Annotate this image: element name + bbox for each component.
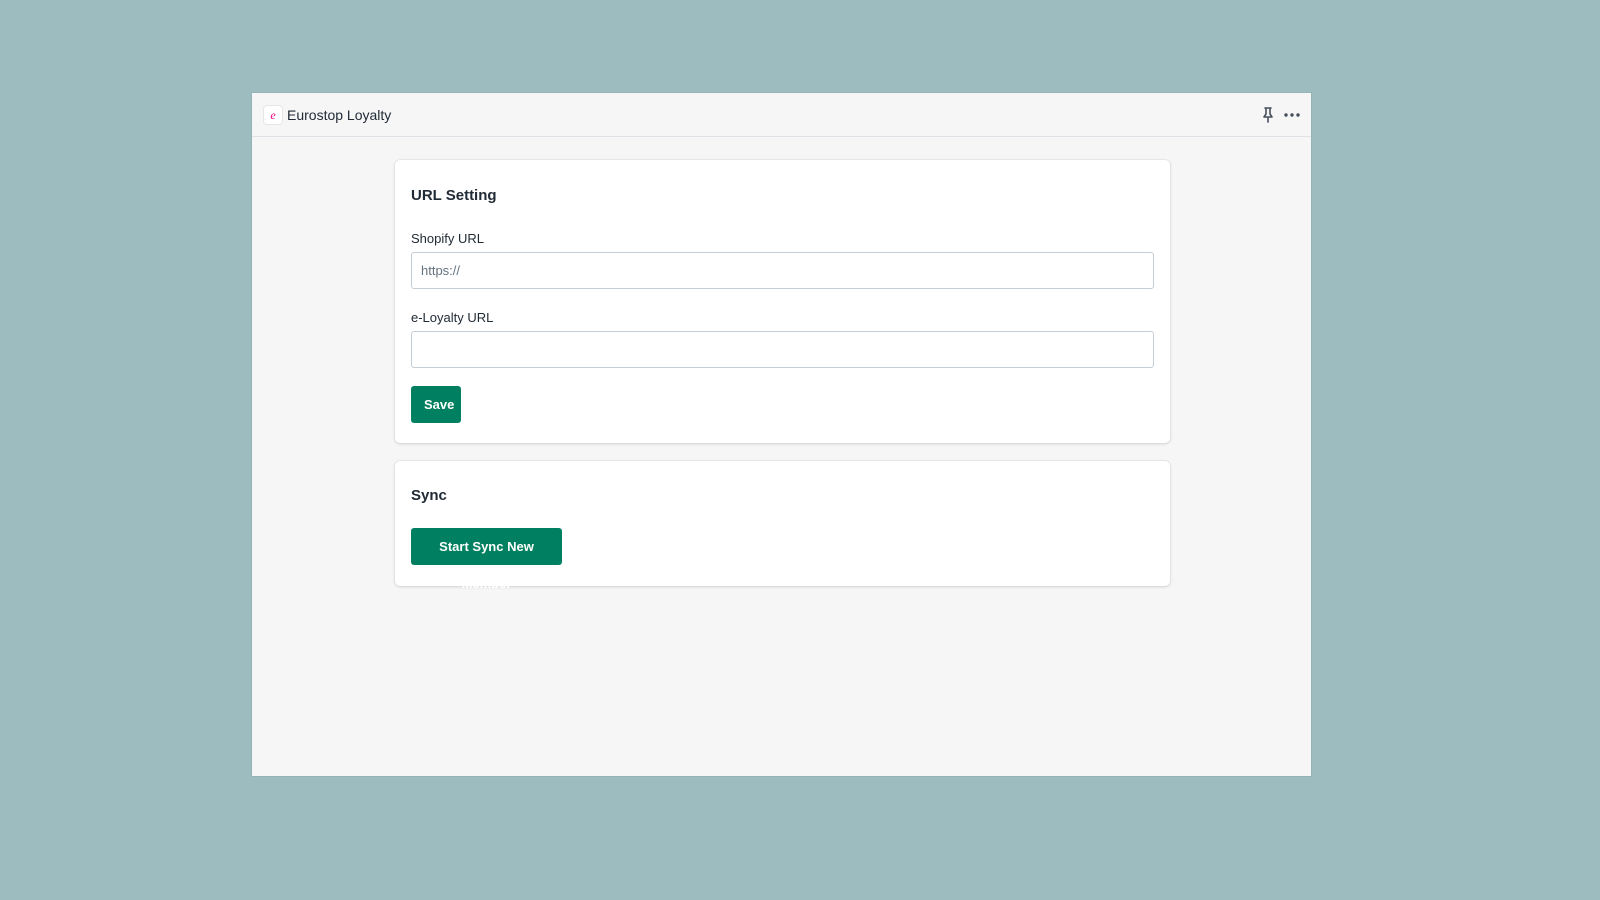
- app-logo-icon: e: [264, 106, 282, 124]
- url-setting-title: URL Setting: [411, 187, 497, 204]
- more-horizontal-icon[interactable]: [1284, 112, 1300, 118]
- app-window: e Eurostop Loyalty URL Setting Shopify U…: [252, 93, 1311, 776]
- title-bar: e Eurostop Loyalty: [252, 93, 1311, 137]
- sync-card: Sync Start Sync New Member: [395, 461, 1170, 591]
- start-sync-new-member-button[interactable]: Start Sync New Member: [411, 528, 562, 591]
- url-setting-card: URL Setting Shopify URL e-Loyalty URL Sa…: [395, 160, 1170, 443]
- eloyalty-url-input[interactable]: [411, 331, 1154, 368]
- shopify-url-label: Shopify URL: [411, 231, 484, 246]
- app-title: Eurostop Loyalty: [287, 107, 392, 123]
- save-button[interactable]: Save: [411, 386, 461, 423]
- sync-title: Sync: [411, 487, 447, 504]
- pin-icon[interactable]: [1261, 106, 1275, 124]
- shopify-url-input[interactable]: [411, 252, 1154, 289]
- eloyalty-url-label: e-Loyalty URL: [411, 310, 494, 325]
